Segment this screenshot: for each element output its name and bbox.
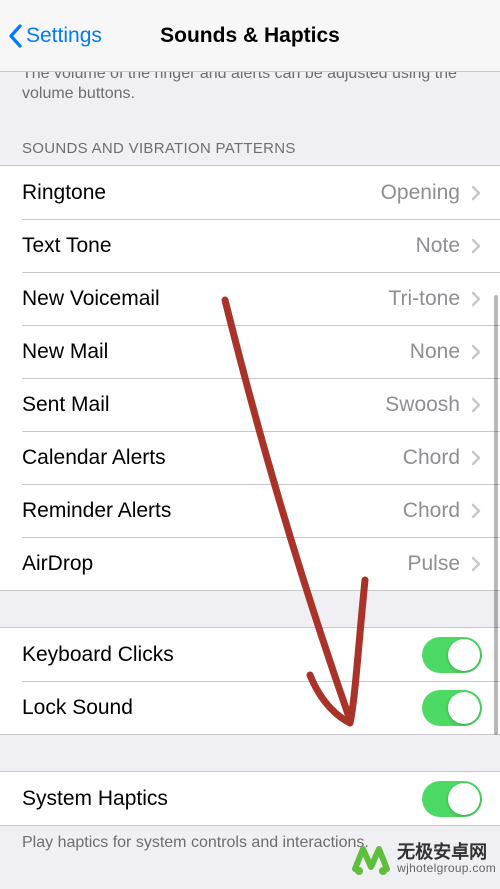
chevron-right-icon bbox=[470, 502, 482, 520]
row-value: Opening bbox=[381, 181, 460, 205]
row-new-voicemail[interactable]: New Voicemail Tri-tone bbox=[0, 272, 500, 325]
toggle-lock-sound[interactable] bbox=[422, 690, 482, 726]
row-text-tone[interactable]: Text Tone Note bbox=[0, 219, 500, 272]
row-label: Calendar Alerts bbox=[22, 446, 403, 470]
row-label: Lock Sound bbox=[22, 696, 422, 720]
row-label: AirDrop bbox=[22, 552, 407, 576]
chevron-right-icon bbox=[470, 343, 482, 361]
row-label: Text Tone bbox=[22, 234, 416, 258]
row-label: System Haptics bbox=[22, 787, 422, 811]
sounds-group: Ringtone Opening Text Tone Note New Voic… bbox=[0, 165, 500, 591]
toggles-group: Keyboard Clicks Lock Sound bbox=[0, 627, 500, 735]
row-value: Chord bbox=[403, 499, 460, 523]
row-label: New Mail bbox=[22, 340, 410, 364]
row-system-haptics: System Haptics bbox=[0, 772, 500, 825]
row-value: Note bbox=[416, 234, 460, 258]
row-label: Sent Mail bbox=[22, 393, 385, 417]
chevron-right-icon bbox=[470, 237, 482, 255]
row-calendar-alerts[interactable]: Calendar Alerts Chord bbox=[0, 431, 500, 484]
haptics-group: System Haptics bbox=[0, 771, 500, 826]
row-label: Keyboard Clicks bbox=[22, 643, 422, 667]
row-label: Reminder Alerts bbox=[22, 499, 403, 523]
back-label: Settings bbox=[26, 24, 102, 48]
toggle-keyboard-clicks[interactable] bbox=[422, 637, 482, 673]
chevron-right-icon bbox=[470, 555, 482, 573]
navigation-bar: Settings Sounds & Haptics bbox=[0, 0, 500, 72]
row-value: Chord bbox=[403, 446, 460, 470]
row-value: None bbox=[410, 340, 460, 364]
section-header-sounds: SOUNDS AND VIBRATION PATTERNS bbox=[0, 114, 500, 165]
row-sent-mail[interactable]: Sent Mail Swoosh bbox=[0, 378, 500, 431]
row-ringtone[interactable]: Ringtone Opening bbox=[0, 166, 500, 219]
watermark-url: wjhotelgroup.com bbox=[397, 862, 496, 875]
toggle-system-haptics[interactable] bbox=[422, 781, 482, 817]
chevron-right-icon bbox=[470, 396, 482, 414]
chevron-right-icon bbox=[470, 449, 482, 467]
row-reminder-alerts[interactable]: Reminder Alerts Chord bbox=[0, 484, 500, 537]
chevron-right-icon bbox=[470, 290, 482, 308]
back-button[interactable]: Settings bbox=[0, 0, 102, 71]
chevron-right-icon bbox=[470, 184, 482, 202]
row-label: New Voicemail bbox=[22, 287, 388, 311]
row-value: Pulse bbox=[407, 552, 460, 576]
row-new-mail[interactable]: New Mail None bbox=[0, 325, 500, 378]
row-value: Tri-tone bbox=[388, 287, 460, 311]
row-keyboard-clicks: Keyboard Clicks bbox=[0, 628, 500, 681]
scroll-indicator[interactable] bbox=[494, 295, 498, 735]
row-lock-sound: Lock Sound bbox=[0, 681, 500, 734]
footer-system-haptics: Play haptics for system controls and int… bbox=[0, 826, 500, 852]
row-label: Ringtone bbox=[22, 181, 381, 205]
row-value: Swoosh bbox=[385, 393, 460, 417]
row-airdrop[interactable]: AirDrop Pulse bbox=[0, 537, 500, 590]
chevron-left-icon bbox=[8, 24, 22, 48]
